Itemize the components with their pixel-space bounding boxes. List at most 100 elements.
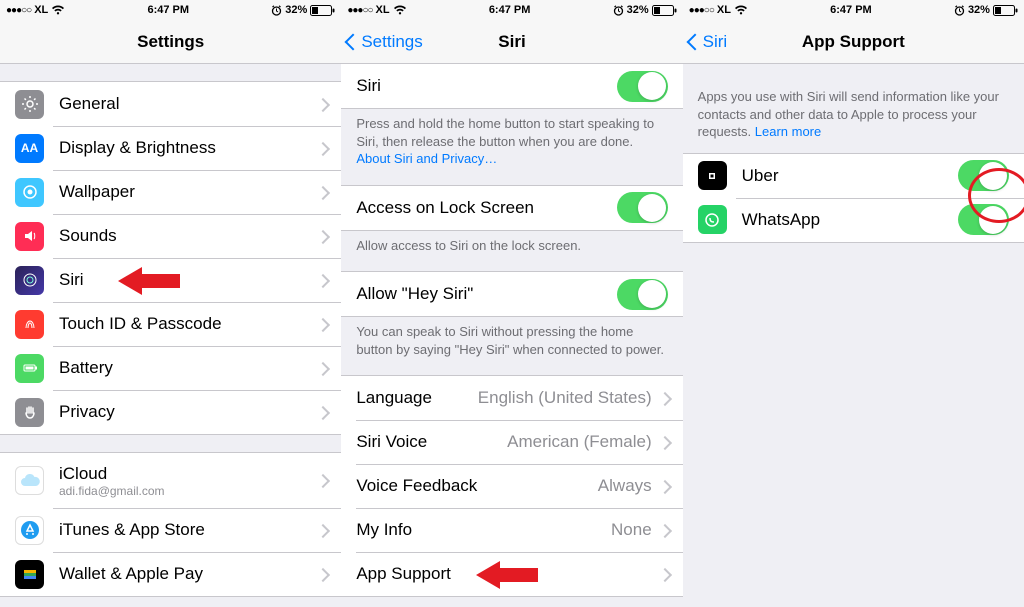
row-label: Siri Voice [356,432,507,452]
siri-detail-list: Language English (United States) Siri Vo… [341,375,682,597]
signal-dots-icon: ●●●○○ [6,5,31,16]
learn-more-link[interactable]: Learn more [755,124,821,139]
chevron-right-icon [318,186,326,199]
status-bar: ●●●○○ XL 6:47 PM 32% [683,0,1024,20]
row-wallet[interactable]: Wallet & Apple Pay [0,552,341,596]
row-label: Allow "Hey Siri" [356,284,616,304]
signal-dots-icon: ●●●○○ [689,5,714,16]
battery-icon [993,5,1018,16]
alarm-icon [954,5,965,16]
battery-settings-icon [15,354,44,383]
row-privacy[interactable]: Privacy [0,390,341,434]
siri-icon [15,266,44,295]
screen-app-support: ●●●○○ XL 6:47 PM 32% Siri App Support Ap… [683,0,1024,607]
chevron-right-icon [660,568,668,581]
display-icon: AA [15,134,44,163]
chevron-right-icon [318,98,326,111]
chevron-right-icon [318,274,326,287]
row-battery[interactable]: Battery [0,346,341,390]
footer-text: Press and hold the home button to start … [341,109,682,168]
chevron-right-icon [660,392,668,405]
settings-list-a: General AA Display & Brightness Wallpape… [0,81,341,435]
screen-settings: ●●●○○ XL 6:47 PM 32% Settings General [0,0,341,607]
row-whatsapp[interactable]: WhatsApp [683,198,1024,242]
back-button[interactable]: Siri [689,32,728,52]
row-label: Privacy [59,402,318,422]
alarm-icon [271,5,282,16]
appstore-icon [15,516,44,545]
wallet-icon [15,560,44,589]
toggle-switch[interactable] [958,204,1009,235]
row-uber[interactable]: Uber [683,154,1024,198]
row-label: Wallpaper [59,182,318,202]
row-heysiri-toggle[interactable]: Allow "Hey Siri" [341,272,682,316]
settings-list-b: iCloud adi.fida@gmail.com iTunes & App S… [0,452,341,597]
row-label: Sounds [59,226,318,246]
row-label: iTunes & App Store [59,520,318,540]
toggle-switch[interactable] [617,279,668,310]
row-label: Wallet & Apple Pay [59,564,318,584]
row-display[interactable]: AA Display & Brightness [0,126,341,170]
row-value: English (United States) [478,388,652,408]
row-label: My Info [356,520,611,540]
page-title: Settings [137,32,204,52]
row-itunes[interactable]: iTunes & App Store [0,508,341,552]
back-label: Siri [703,32,728,52]
footer-text: Allow access to Siri on the lock screen. [341,231,682,255]
clock-label: 6:47 PM [147,4,189,16]
chevron-right-icon [318,406,326,419]
back-button[interactable]: Settings [347,32,422,52]
carrier-label: XL [717,4,731,16]
back-label: Settings [361,32,422,52]
row-value: Always [598,476,652,496]
chevron-right-icon [660,524,668,537]
row-my-info[interactable]: My Info None [341,508,682,552]
row-value: None [611,520,652,540]
row-label: Language [356,388,477,408]
status-bar: ●●●○○ XL 6:47 PM 32% [0,0,341,20]
app-support-list: Uber WhatsApp [683,153,1024,243]
chevron-left-icon [347,32,359,52]
row-voice-feedback[interactable]: Voice Feedback Always [341,464,682,508]
row-sounds[interactable]: Sounds [0,214,341,258]
screen-siri: ●●●○○ XL 6:47 PM 32% Settings Siri Siri … [341,0,682,607]
hand-icon [15,398,44,427]
toggle-switch[interactable] [617,71,668,102]
row-language[interactable]: Language English (United States) [341,376,682,420]
row-label: General [59,94,318,114]
wifi-icon [51,5,65,15]
gear-icon [15,90,44,119]
row-siri-toggle[interactable]: Siri [341,64,682,108]
signal-dots-icon: ●●●○○ [347,5,372,16]
status-bar: ●●●○○ XL 6:47 PM 32% [341,0,682,20]
chevron-right-icon [660,436,668,449]
carrier-label: XL [376,4,390,16]
toggle-switch[interactable] [617,192,668,223]
chevron-left-icon [689,32,701,52]
chevron-right-icon [318,362,326,375]
header-text: Apps you use with Siri will send informa… [683,64,1024,153]
row-lockscreen-toggle[interactable]: Access on Lock Screen [341,186,682,230]
row-label: Uber [742,166,958,186]
row-siri-voice[interactable]: Siri Voice American (Female) [341,420,682,464]
wallpaper-icon [15,178,44,207]
clock-label: 6:47 PM [830,4,872,16]
alarm-icon [613,5,624,16]
row-general[interactable]: General [0,82,341,126]
toggle-switch[interactable] [958,160,1009,191]
row-wallpaper[interactable]: Wallpaper [0,170,341,214]
wifi-icon [393,5,407,15]
chevron-right-icon [318,318,326,331]
row-icloud[interactable]: iCloud adi.fida@gmail.com [0,453,341,508]
row-app-support[interactable]: App Support [341,552,682,596]
battery-pct-label: 32% [627,4,649,16]
row-touchid[interactable]: Touch ID & Passcode [0,302,341,346]
battery-pct-label: 32% [285,4,307,16]
about-siri-link[interactable]: About Siri and Privacy… [356,151,497,166]
nav-bar: Settings Siri [341,20,682,64]
row-label: Battery [59,358,318,378]
row-siri[interactable]: Siri [0,258,341,302]
row-label: Display & Brightness [59,138,318,158]
carrier-label: XL [34,4,48,16]
row-label: Voice Feedback [356,476,597,496]
